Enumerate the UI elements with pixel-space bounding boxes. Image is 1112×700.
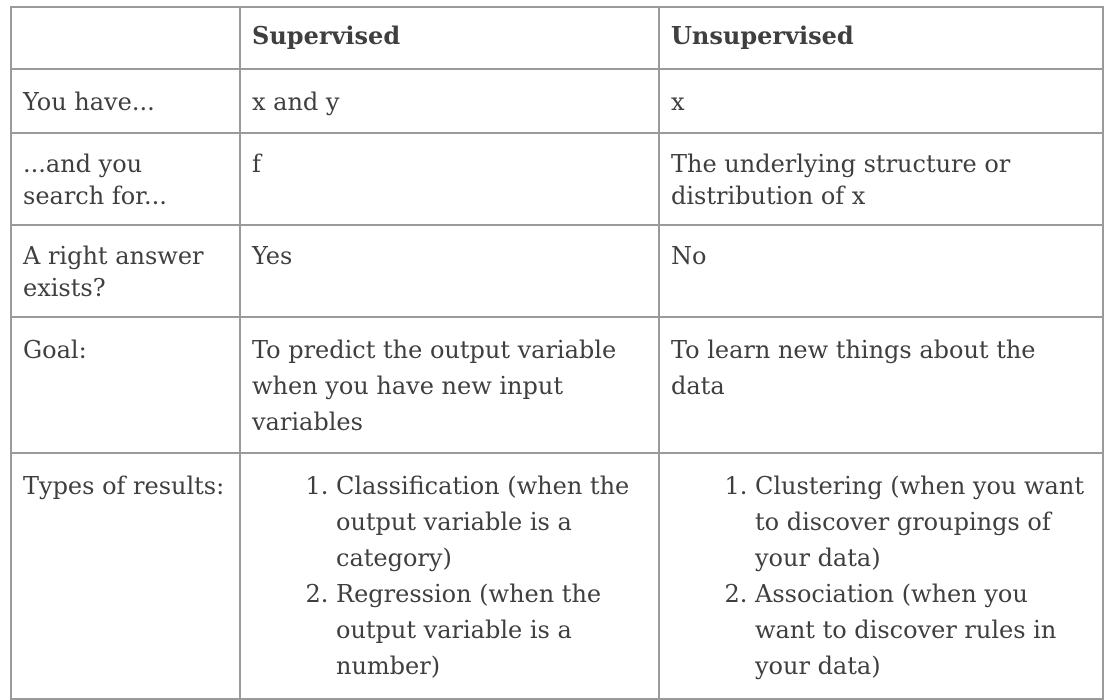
supervised-cell: Yes xyxy=(239,224,660,318)
supervised-cell: Classification (when the output variable… xyxy=(239,452,660,700)
unsupervised-cell: No xyxy=(658,224,1104,318)
list-item: Regression (when the output variable is … xyxy=(336,576,647,684)
unsupervised-cell: Clustering (when you want to discover gr… xyxy=(658,452,1104,700)
header-empty-cell xyxy=(10,6,241,70)
supervised-result-list: Classification (when the output variable… xyxy=(252,468,647,684)
header-supervised: Supervised xyxy=(239,6,660,70)
list-item: Association (when you want to discover r… xyxy=(755,576,1091,684)
row-label: Types of results: xyxy=(10,452,241,700)
table-row: Goal: To predict the output variable whe… xyxy=(10,316,1104,454)
table-row: You have... x and y x xyxy=(10,68,1104,134)
header-unsupervised: Unsupervised xyxy=(658,6,1104,70)
row-label: Goal: xyxy=(10,316,241,454)
comparison-table: Supervised Unsupervised You have... x an… xyxy=(10,6,1104,700)
table-row: A right answer exists? Yes No xyxy=(10,224,1104,318)
table-row: Types of results: Classification (when t… xyxy=(10,452,1104,700)
supervised-cell: f xyxy=(239,132,660,226)
unsupervised-cell: To learn new things about the data xyxy=(658,316,1104,454)
table-row: ...and you search for... f The underlyin… xyxy=(10,132,1104,226)
unsupervised-cell: x xyxy=(658,68,1104,134)
supervised-cell: To predict the output variable when you … xyxy=(239,316,660,454)
row-label: You have... xyxy=(10,68,241,134)
header-row: Supervised Unsupervised xyxy=(10,6,1104,70)
list-item: Classification (when the output variable… xyxy=(336,468,647,576)
row-label: ...and you search for... xyxy=(10,132,241,226)
unsupervised-cell: The underlying structure or distribution… xyxy=(658,132,1104,226)
list-item: Clustering (when you want to discover gr… xyxy=(755,468,1091,576)
unsupervised-result-list: Clustering (when you want to discover gr… xyxy=(671,468,1091,684)
supervised-cell: x and y xyxy=(239,68,660,134)
row-label: A right answer exists? xyxy=(10,224,241,318)
